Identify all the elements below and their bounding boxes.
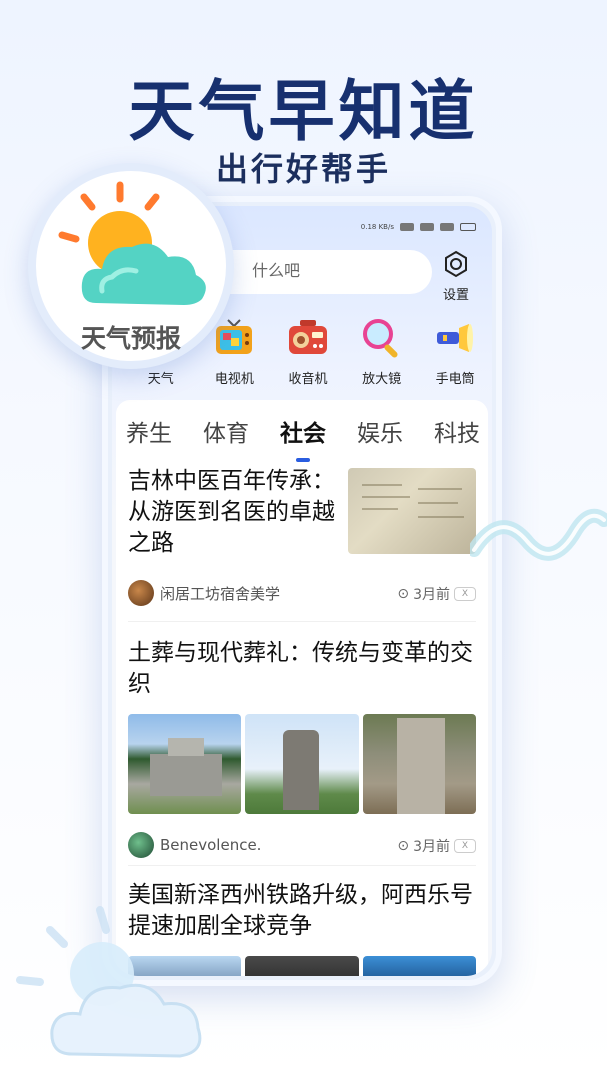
tab-society[interactable]: 社会 [280,414,326,462]
category-tabs: 养生 体育 社会 娱乐 科技 [116,400,488,462]
tool-label: 天气 [147,372,174,387]
flashlight-icon [437,324,474,352]
tool-label: 收音机 [288,372,328,387]
badge-label: 天气预报 [80,324,181,353]
news-title[interactable]: 土葬与现代葬礼：传统与变革的交织 [128,638,476,700]
tool-magnifier[interactable]: 放大镜 [347,316,417,394]
news-meta: 闲居工坊宿舍美学 [128,580,280,606]
gear-icon [445,250,467,278]
net-speed: 0.18 KB/s [360,223,394,231]
news-feed: 养生 体育 社会 娱乐 科技 吉林中医百年传承：从游医到名医的卓越之路 闲居工坊… [116,400,488,976]
hero-title: 天气早知道 [128,73,479,150]
clock-icon: ⊙ [397,586,410,602]
settings-label: 设置 [442,288,469,303]
settings-button[interactable]: 设置 [436,250,476,303]
news-thumbnail [348,468,476,554]
news-title[interactable]: 吉林中医百年传承：从游医到名医的卓越之路 [128,466,346,559]
signal-icon-2 [440,223,454,231]
author-name: 闲居工坊宿舍美学 [160,584,281,603]
avatar [128,580,154,606]
tool-radio[interactable]: 收音机 [273,316,343,394]
tool-label: 电视机 [214,372,254,387]
news-image [362,956,476,976]
tab-tech[interactable]: 科技 [434,414,480,454]
news-image [362,714,476,814]
tab-entertainment[interactable]: 娱乐 [357,414,403,454]
dismiss-button[interactable]: X [454,839,476,853]
news-image [128,714,242,814]
radio-icon [288,320,327,354]
news-images [128,714,476,814]
news-item[interactable]: 吉林中医百年传承：从游医到名医的卓越之路 闲居工坊宿舍美学 ⊙ 3月前 X [128,460,476,622]
news-meta: Benevolence. [128,832,261,858]
tool-label: 放大镜 [362,372,402,387]
news-time: ⊙ 3月前 X [397,584,476,604]
weather-badge: 天气预报 [28,163,234,369]
sun-cloud-icon [58,181,206,305]
news-time: ⊙ 3月前 X [397,836,476,856]
tab-sports[interactable]: 体育 [203,414,249,454]
clock-icon: ⊙ [397,838,410,854]
tab-health[interactable]: 养生 [126,414,172,454]
status-bar: 0.18 KB/s [361,220,476,234]
glass-wave-decoration [470,508,607,561]
news-image [245,956,359,976]
avatar [128,832,154,858]
tool-label: 手电筒 [435,372,475,387]
magnifier-icon [362,319,398,358]
wifi-icon [400,223,414,231]
news-image [245,714,359,814]
tool-flashlight[interactable]: 手电筒 [420,316,490,394]
battery-icon [460,223,476,231]
glass-cloud-decoration [16,906,202,1058]
signal-icon [420,223,434,231]
news-item[interactable]: 土葬与现代葬礼：传统与变革的交织 Benevolence. ⊙ 3月前 X [128,622,476,866]
author-name: Benevolence. [160,836,262,854]
